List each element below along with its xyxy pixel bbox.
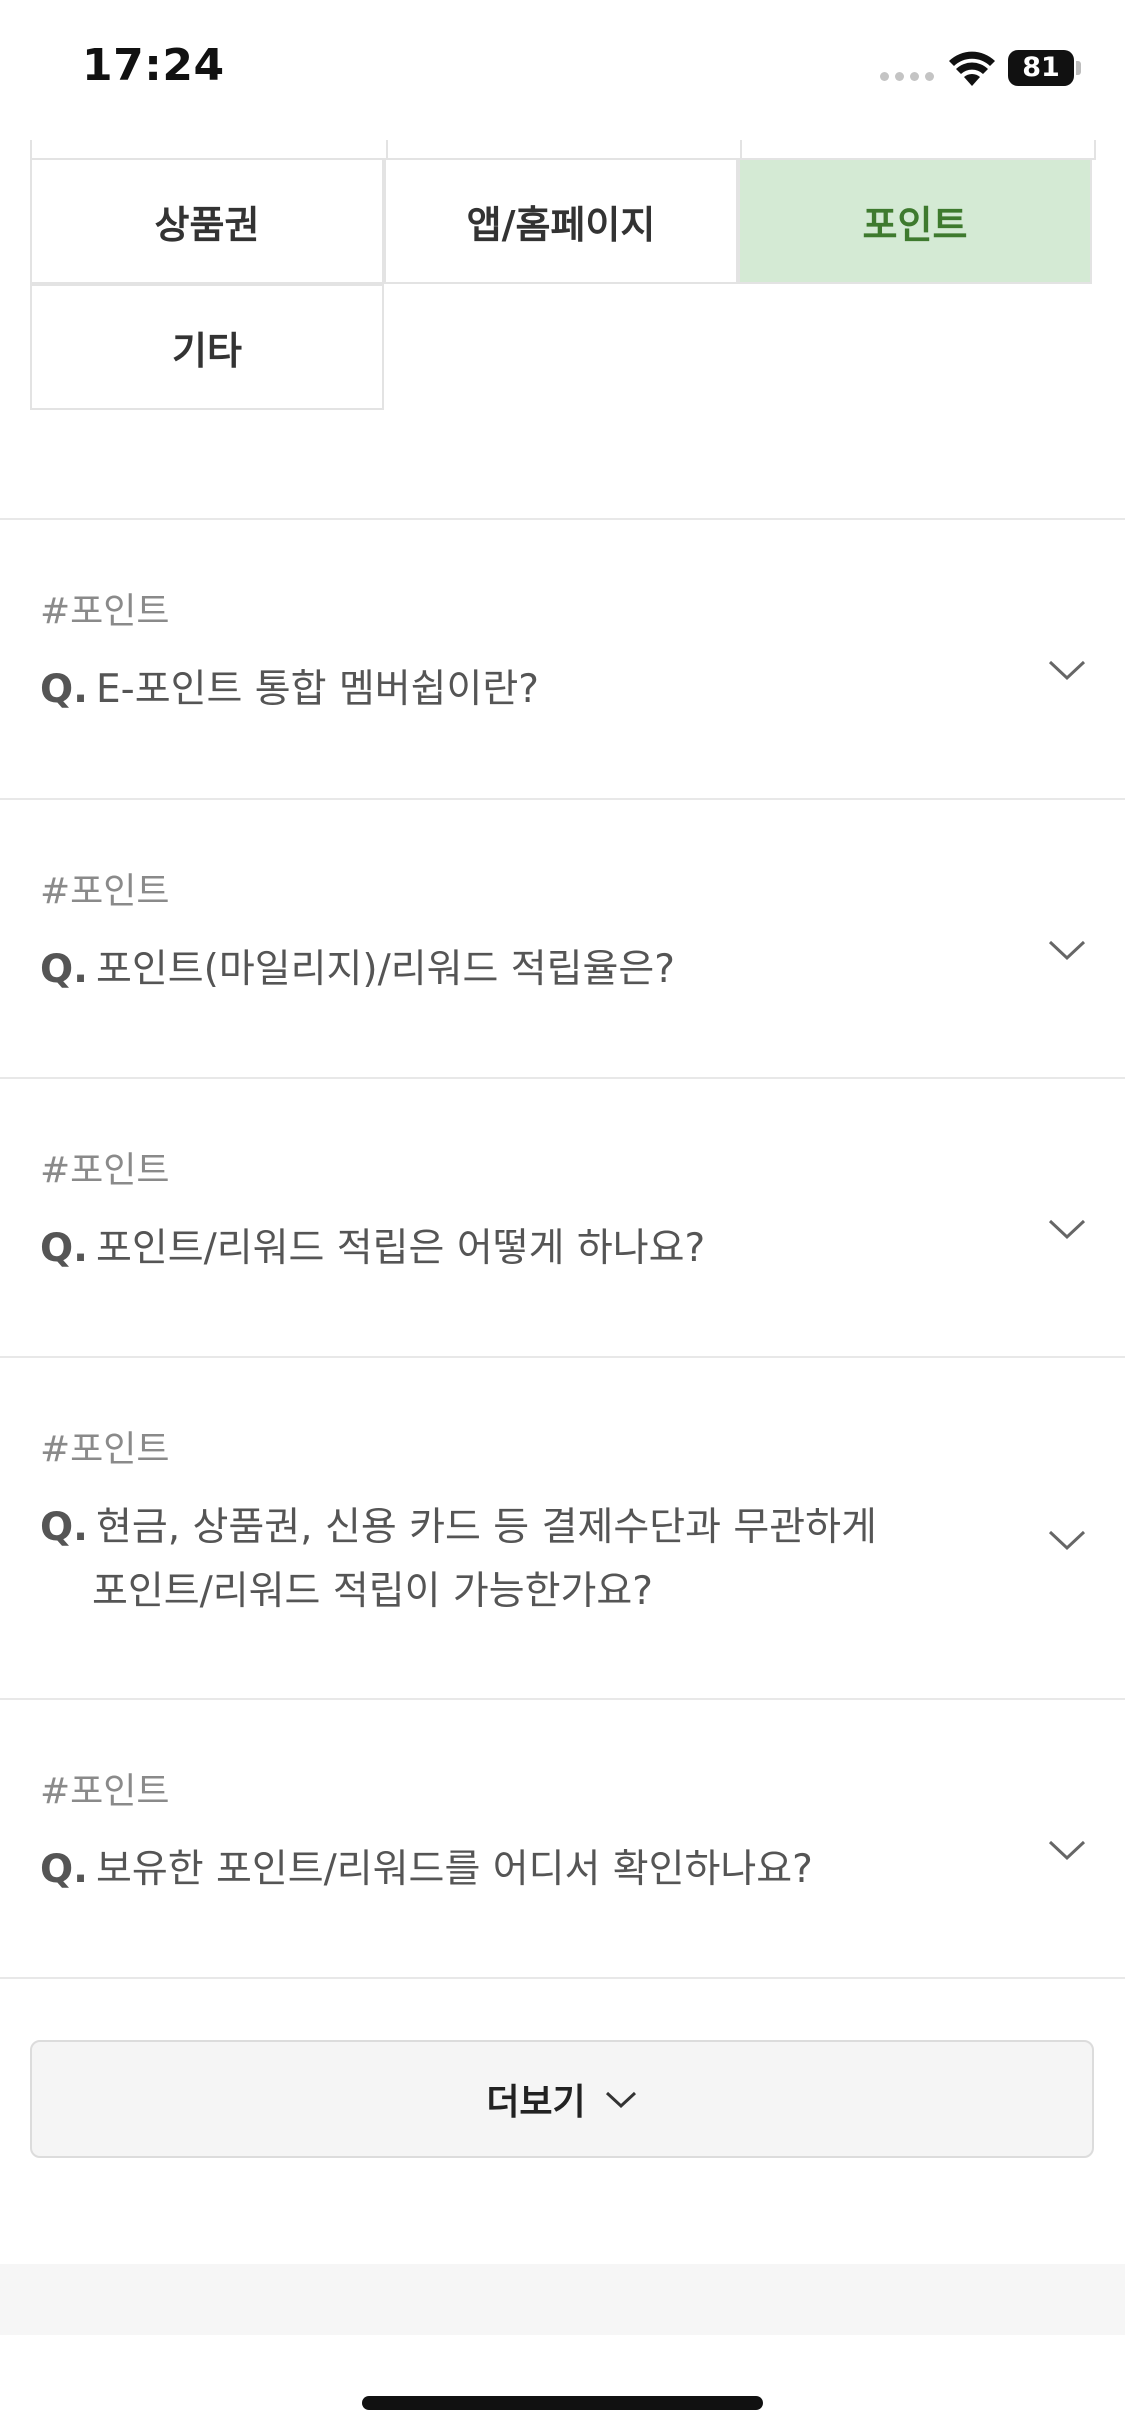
faq-question: Q. E-포인트 통합 멤버쉽이란? [40,658,539,722]
category-voucher[interactable]: 상품권 [30,158,384,284]
faq-tag: #포인트 [40,1771,170,1812]
battery-icon: 81 [1008,50,1081,86]
cellular-signal-icon [880,72,934,81]
q-prefix: Q. [40,667,88,712]
home-indicator[interactable] [362,2396,763,2410]
category-etc[interactable]: 기타 [30,284,384,410]
faq-question-text: 보유한 포인트/리워드를 어디서 확인하나요? [95,1847,813,1892]
q-prefix: Q. [40,1847,88,1892]
faq-list: #포인트 Q. E-포인트 통합 멤버쉽이란? #포인트 Q. 포인트(마일리지)/… [0,518,1125,1979]
chevron-down-icon[interactable] [1047,938,1087,962]
faq-item[interactable]: #포인트 Q. E-포인트 통합 멤버쉽이란? [0,520,1125,800]
faq-tag: #포인트 [40,591,170,632]
faq-question-text: E-포인트 통합 멤버쉽이란? [95,667,539,712]
chevron-down-icon[interactable] [1047,1838,1087,1862]
faq-item[interactable]: #포인트 Q. 보유한 포인트/리워드를 어디서 확인하나요? [0,1700,1125,1979]
faq-question-text: 포인트(마일리지)/리워드 적립율은? [95,947,675,992]
faq-item[interactable]: #포인트 Q. 현금, 상품권, 신용 카드 등 결제수단과 무관하게 포인트/리… [0,1358,1125,1700]
category-label: 상품권 [154,202,260,247]
more-button-label: 더보기 [486,2082,586,2123]
q-prefix: Q. [40,1226,88,1271]
faq-question-text: 포인트/리워드 적립은 어떻게 하나요? [95,1226,706,1271]
faq-tag: #포인트 [40,871,170,912]
wifi-icon [949,51,995,86]
chevron-down-icon[interactable] [1047,1528,1087,1552]
faq-question-text: 현금, 상품권, 신용 카드 등 결제수단과 무관하게 [95,1505,877,1550]
home-indicator-area [0,2335,1125,2436]
faq-question: Q. 포인트/리워드 적립은 어떻게 하나요? [40,1217,705,1281]
faq-tag: #포인트 [40,1150,170,1191]
battery-level: 81 [1008,50,1074,86]
faq-question: Q. 보유한 포인트/리워드를 어디서 확인하나요? [40,1838,813,1902]
faq-tag: #포인트 [40,1429,170,1470]
faq-item[interactable]: #포인트 Q. 포인트/리워드 적립은 어떻게 하나요? [0,1079,1125,1358]
q-prefix: Q. [40,1505,88,1550]
category-row-partial [30,140,1096,160]
category-label: 포인트 [862,202,968,247]
category-point[interactable]: 포인트 [738,158,1092,284]
chevron-down-icon [605,2091,636,2109]
chevron-down-icon[interactable] [1047,658,1087,682]
faq-question: Q. 현금, 상품권, 신용 카드 등 결제수단과 무관하게 포인트/리워드 적립… [40,1496,877,1624]
faq-item[interactable]: #포인트 Q. 포인트(마일리지)/리워드 적립율은? [0,800,1125,1079]
more-button[interactable]: 더보기 [30,2040,1094,2158]
status-time: 17:24 [82,40,225,91]
faq-question: Q. 포인트(마일리지)/리워드 적립율은? [40,938,675,1002]
status-bar: 17:24 81 [0,0,1125,140]
screen: 17:24 81 상품권 앱/홈페이지 포인트 기타 #포인트 Q. E-포인트… [0,0,1125,2436]
chevron-down-icon[interactable] [1047,1217,1087,1241]
faq-question-text-line2: 포인트/리워드 적립이 가능한가요? [92,1569,653,1614]
category-label: 기타 [172,328,242,373]
category-app-homepage[interactable]: 앱/홈페이지 [384,158,738,284]
category-label: 앱/홈페이지 [466,202,656,247]
q-prefix: Q. [40,947,88,992]
